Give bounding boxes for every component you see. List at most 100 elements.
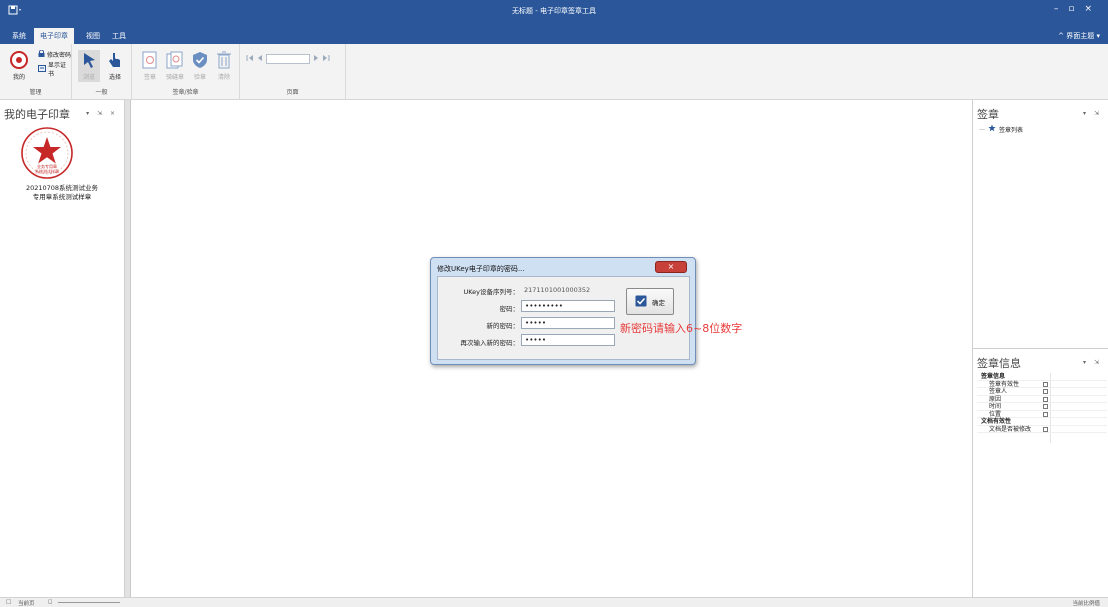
tab-electronic-seal[interactable]: 电子印章 bbox=[34, 28, 74, 44]
ribbon-group-manage: 我的 修改密码 显示证书 管理 bbox=[0, 44, 72, 100]
ribbon-group-page: 页面 bbox=[240, 44, 346, 100]
first-page-icon[interactable] bbox=[246, 54, 254, 64]
shield-check-icon bbox=[190, 50, 210, 70]
confirm-password-label: 再次输入新的密码： bbox=[460, 339, 520, 347]
change-password-dialog: 修改UKey电子印章的密码... × UKey设备序列号： 2171101001… bbox=[430, 257, 696, 365]
property-row[interactable]: 位置 bbox=[977, 411, 1107, 418]
seal-icon bbox=[9, 50, 29, 70]
new-password-input[interactable]: ••••• bbox=[521, 317, 615, 329]
ok-button[interactable]: 确定 bbox=[626, 288, 674, 315]
star-icon bbox=[988, 124, 996, 134]
theme-menu[interactable]: ^ 界面主题 ▾ bbox=[1058, 31, 1100, 41]
seal-thumbnail[interactable]: 业务专用章 系统测试样章 bbox=[18, 126, 76, 180]
property-checkbox bbox=[1043, 426, 1048, 432]
trash-icon bbox=[214, 50, 234, 70]
property-row[interactable]: 签章有效性 bbox=[977, 381, 1107, 388]
page-group-label: 页面 bbox=[286, 89, 299, 96]
clear-button[interactable]: 清除 bbox=[214, 50, 234, 81]
property-checkbox bbox=[1043, 381, 1048, 387]
signature-info-controls[interactable]: ▾ ⇲ bbox=[1083, 359, 1102, 366]
confirm-password-input[interactable]: ••••• bbox=[521, 334, 615, 346]
signature-info-panel: 签章信息 ▾ ⇲ 签章信息 签章有效性 签章人 原因 时间 位置 文档有效性 文… bbox=[972, 348, 1108, 597]
signature-list-label: 签章列表 bbox=[999, 126, 1024, 134]
seal-caption-line-2: 专用章系统测试样章 bbox=[32, 193, 92, 201]
verify-label: 验章 bbox=[193, 74, 206, 81]
dialog-title: 修改UKey电子印章的密码... bbox=[437, 265, 525, 273]
serial-label: UKey设备序列号： bbox=[463, 288, 519, 296]
sign-button[interactable]: 签章 bbox=[140, 50, 160, 81]
signature-property-grid: 签章信息 签章有效性 签章人 原因 时间 位置 文档有效性 文档是否被修改 bbox=[977, 373, 1107, 443]
close-button[interactable]: × bbox=[1084, 4, 1102, 14]
multi-page-stamp-icon bbox=[165, 50, 185, 70]
current-page-label: 当前页 bbox=[18, 601, 35, 607]
serial-value: 2171101001000352 bbox=[524, 286, 591, 294]
tree-line-icon: — bbox=[979, 125, 985, 133]
browse-label: 浏览 bbox=[82, 74, 95, 81]
new-password-label: 新的密码： bbox=[486, 322, 520, 330]
seal-caption-line-1: 20210708系统测试业务 bbox=[25, 184, 99, 192]
browse-button[interactable]: 浏览 bbox=[78, 50, 100, 82]
ribbon-group-sign-verify: 签章 骑缝章 验章 清除 签章/验章 bbox=[132, 44, 240, 100]
next-page-icon[interactable] bbox=[313, 54, 319, 64]
password-input[interactable]: ••••••••• bbox=[521, 300, 615, 312]
change-password-label: 修改密码 bbox=[47, 52, 72, 59]
ribbon-group-general: 浏览 选择 一般 bbox=[72, 44, 132, 100]
page-number-input[interactable] bbox=[266, 54, 310, 64]
tab-system[interactable]: 系统 bbox=[6, 28, 32, 44]
verify-button[interactable]: 验章 bbox=[190, 50, 210, 81]
signature-info-title: 签章信息 bbox=[977, 357, 1021, 370]
stamp-document-icon bbox=[140, 50, 160, 70]
title-bar: 无标题 - 电子印章签章工具 –▫× bbox=[0, 0, 1108, 22]
property-checkbox bbox=[1043, 411, 1048, 417]
pointer-arrow-icon bbox=[79, 50, 99, 70]
minimize-button[interactable]: – bbox=[1054, 4, 1069, 14]
property-category[interactable]: 文档有效性 bbox=[977, 418, 1107, 426]
zoom-icon: ◻ bbox=[48, 599, 53, 605]
select-label: 选择 bbox=[108, 74, 121, 81]
select-button[interactable]: 选择 bbox=[104, 50, 126, 81]
property-row[interactable]: 原因 bbox=[977, 396, 1107, 403]
clear-label: 清除 bbox=[217, 74, 230, 81]
riding-seal-label: 骑缝章 bbox=[165, 74, 184, 81]
lock-icon bbox=[38, 49, 45, 59]
general-group-label: 一般 bbox=[95, 89, 108, 96]
seal-graphic: 业务专用章 系统测试样章 bbox=[21, 127, 73, 179]
window-controls: –▫× bbox=[1054, 4, 1102, 14]
maximize-button[interactable]: ▫ bbox=[1068, 4, 1084, 14]
property-checkbox bbox=[1043, 404, 1048, 409]
change-password-button[interactable]: 修改密码 bbox=[38, 49, 72, 59]
ribbon: 我的 修改密码 显示证书 管理 浏览 选择 一般 签章 骑缝章 验章 清除 签章… bbox=[0, 44, 1108, 100]
checkbox-check-icon bbox=[635, 295, 647, 309]
page-icon: □ bbox=[6, 599, 12, 605]
prev-page-icon[interactable] bbox=[257, 54, 263, 64]
signature-panel-controls[interactable]: ▾ ⇲ bbox=[1083, 110, 1102, 117]
last-page-icon[interactable] bbox=[322, 54, 330, 64]
riding-seal-button[interactable]: 骑缝章 bbox=[164, 50, 186, 81]
document-gutter bbox=[125, 100, 131, 597]
password-label: 密码： bbox=[499, 305, 520, 313]
property-row[interactable]: 签章人 bbox=[977, 388, 1107, 396]
status-bar: □ 当前页 ◻ 当前比例值 bbox=[0, 597, 1108, 607]
dialog-close-button[interactable]: × bbox=[655, 261, 687, 273]
signature-list-node[interactable]: — 签章列表 bbox=[979, 124, 1023, 134]
manage-group-label: 管理 bbox=[29, 89, 42, 96]
show-certificate-button[interactable]: 显示证书 bbox=[38, 60, 71, 78]
my-seals-panel: 我的电子印章 ▾ ⇲ × 业务专用章 系统测试样章 20210708系统测试业务… bbox=[0, 100, 125, 597]
tab-view[interactable]: 视图 bbox=[80, 28, 106, 44]
window-title: 无标题 - 电子印章签章工具 bbox=[512, 7, 596, 15]
property-row[interactable]: 文档是否被修改 bbox=[977, 426, 1107, 433]
sign-label: 签章 bbox=[143, 74, 156, 81]
signature-panel: 签章 ▾ ⇲ — 签章列表 bbox=[972, 100, 1108, 348]
property-category[interactable]: 签章信息 bbox=[977, 373, 1107, 381]
property-checkbox bbox=[1043, 389, 1048, 394]
panel-controls[interactable]: ▾ ⇲ × bbox=[86, 110, 118, 117]
tab-tools[interactable]: 工具 bbox=[106, 28, 132, 44]
property-row[interactable]: 时间 bbox=[977, 403, 1107, 411]
ok-button-label: 确定 bbox=[652, 298, 665, 307]
hand-pointer-icon bbox=[105, 50, 125, 70]
certificate-icon bbox=[38, 64, 46, 74]
my-seals-button[interactable]: 我的 bbox=[8, 50, 30, 81]
show-certificate-label: 显示证书 bbox=[48, 62, 67, 78]
zoom-slider[interactable] bbox=[58, 602, 120, 603]
dialog-body: UKey设备序列号： 2171101001000352 密码： ••••••••… bbox=[437, 276, 690, 360]
